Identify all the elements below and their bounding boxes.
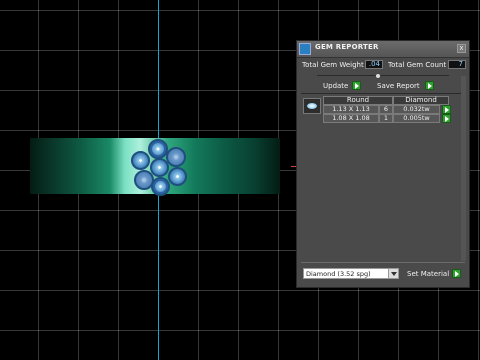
gem-reporter-panel: GEM REPORTER x Total Gem Weight .04 Tota… [296,40,470,288]
gem-count-cell: 1 [379,114,393,123]
gem-stone[interactable] [148,139,168,159]
material-dropdown[interactable]: Diamond (3.52 spg) [303,268,399,279]
round-gem-icon [303,98,321,114]
save-report-label: Save Report [377,82,420,90]
gem-shape-header: Round [323,96,393,105]
chevron-down-icon[interactable] [388,269,398,278]
set-material-button[interactable] [452,269,461,278]
gem-weight-cell: 0.005tw [393,114,440,123]
update-label: Update [323,82,349,90]
gem-size-cell: 1.08 X 1.08 [323,114,379,123]
gem-stone[interactable] [131,151,150,170]
gem-count-cell: 6 [379,105,393,114]
set-material-label: Set Material [407,270,450,278]
select-gem-row-button[interactable] [442,105,451,114]
gem-size-cell: 1.13 X 1.13 [323,105,379,114]
panel-scrollbar[interactable] [461,76,466,261]
save-report-button[interactable] [425,81,434,90]
gem-stone[interactable] [150,158,169,177]
section-divider [301,93,465,94]
gem-material-header: Diamond [393,96,449,105]
panel-divider-slider[interactable] [375,73,381,79]
close-icon[interactable]: x [457,44,466,53]
gem-stone[interactable] [151,177,170,196]
panel-title: GEM REPORTER [315,43,379,51]
total-gem-weight-value: .04 [365,60,383,69]
total-gem-weight-label: Total Gem Weight [302,61,364,69]
total-gem-count-label: Total Gem Count [388,61,447,69]
gem-stone[interactable] [166,147,186,167]
total-gem-count-value: 7 [448,60,466,69]
panel-titlebar[interactable]: GEM REPORTER x [297,41,469,58]
section-divider [301,262,465,263]
gem-weight-cell: 0.032tw [393,105,440,114]
material-selected-value: Diamond (3.52 spg) [306,270,371,278]
select-gem-row-button[interactable] [442,114,451,123]
gem-reporter-icon [299,43,311,55]
gem-stone[interactable] [168,167,187,186]
update-button[interactable] [352,81,361,90]
divider-slider-track [317,75,449,76]
